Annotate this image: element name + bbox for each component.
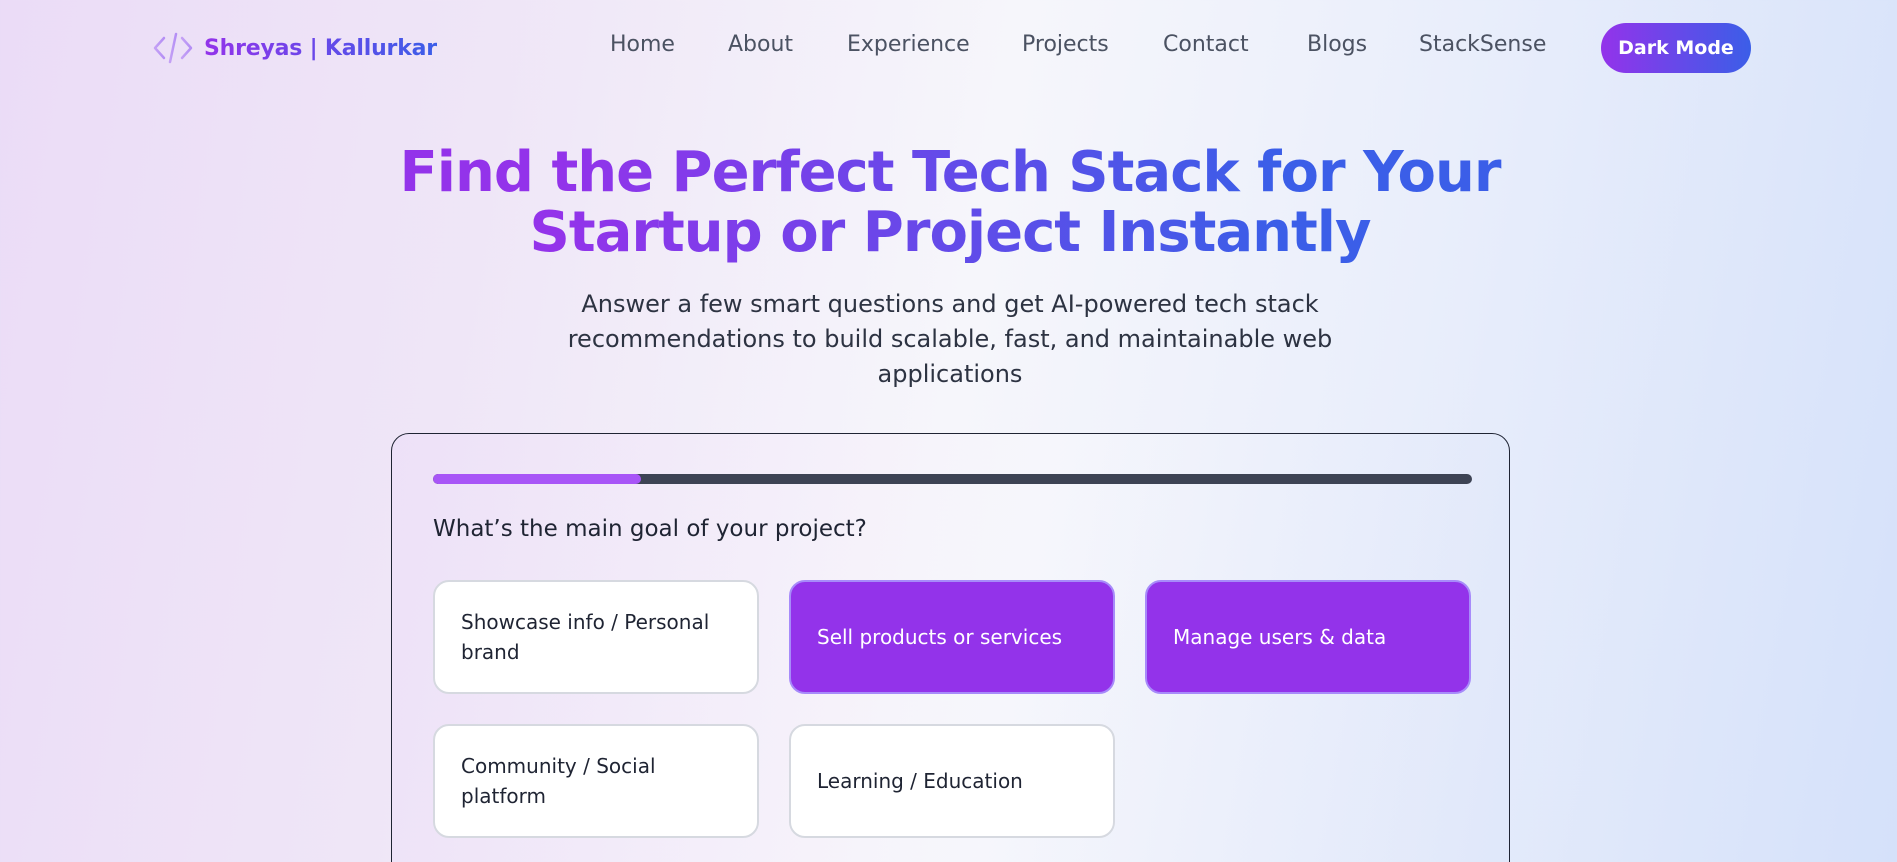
dark-mode-button[interactable]: Dark Mode [1601, 23, 1751, 73]
question-text: What’s the main goal of your project? [433, 516, 867, 542]
navbar: Shreyas | Kallurkar Home About Experienc… [0, 0, 1897, 95]
quiz-card: What’s the main goal of your project? Sh… [391, 433, 1510, 862]
option-learning-education[interactable]: Learning / Education [789, 724, 1115, 838]
logo-text: Shreyas | Kallurkar [204, 35, 437, 61]
nav-stacksense[interactable]: StackSense [1419, 32, 1546, 57]
hero-subtitle: Answer a few smart questions and get AI-… [567, 290, 1333, 388]
nav-home[interactable]: Home [610, 32, 675, 57]
progress-fill [433, 474, 641, 484]
nav-experience[interactable]: Experience [847, 32, 970, 57]
nav-projects[interactable]: Projects [1022, 32, 1109, 57]
progress-bar [433, 474, 1472, 484]
option-sell-products[interactable]: Sell products or services [789, 580, 1115, 694]
site-logo[interactable]: Shreyas | Kallurkar [152, 30, 437, 66]
nav-about[interactable]: About [728, 32, 793, 57]
nav-contact[interactable]: Contact [1163, 32, 1249, 57]
option-community-social[interactable]: Community / Social platform [433, 724, 759, 838]
option-manage-users[interactable]: Manage users & data [1145, 580, 1471, 694]
nav-blogs[interactable]: Blogs [1307, 32, 1367, 57]
option-showcase-info[interactable]: Showcase info / Personal brand [433, 580, 759, 694]
hero-title: Find the Perfect Tech Stack for Your Sta… [300, 143, 1600, 263]
code-brackets-icon [153, 32, 193, 64]
